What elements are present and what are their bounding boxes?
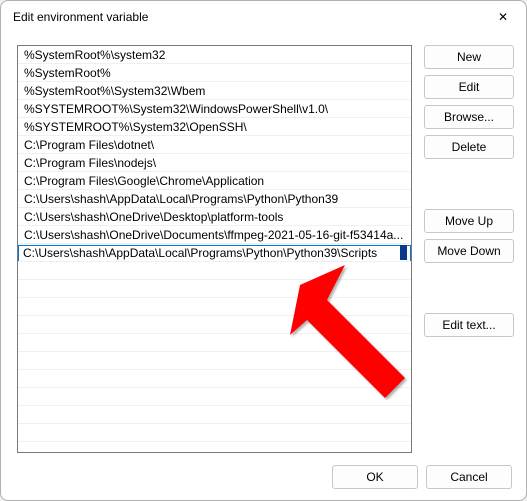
list-item[interactable]: %SYSTEMROOT%\System32\WindowsPowerShell\… bbox=[18, 100, 411, 118]
list-item-empty[interactable] bbox=[18, 406, 411, 424]
path-edit-input[interactable] bbox=[18, 245, 411, 262]
edit-text-button[interactable]: Edit text... bbox=[424, 313, 514, 337]
button-column: New Edit Browse... Delete Move Up Move D… bbox=[424, 45, 514, 453]
list-item-empty[interactable] bbox=[18, 424, 411, 442]
list-item[interactable]: C:\Users\shash\OneDrive\Documents\ffmpeg… bbox=[18, 226, 411, 244]
list-item[interactable]: %SystemRoot% bbox=[18, 64, 411, 82]
list-item[interactable]: C:\Program Files\Google\Chrome\Applicati… bbox=[18, 172, 411, 190]
edit-button[interactable]: Edit bbox=[424, 75, 514, 99]
list-item[interactable]: %SYSTEMROOT%\System32\OpenSSH\ bbox=[18, 118, 411, 136]
list-item[interactable]: C:\Program Files\nodejs\ bbox=[18, 154, 411, 172]
list-item[interactable]: %SystemRoot%\System32\Wbem bbox=[18, 82, 411, 100]
move-up-button[interactable]: Move Up bbox=[424, 209, 514, 233]
cancel-button[interactable]: Cancel bbox=[426, 465, 512, 489]
footer-buttons: OK Cancel bbox=[1, 453, 526, 501]
content-area: %SystemRoot%\system32 %SystemRoot% %Syst… bbox=[1, 33, 526, 453]
ok-button[interactable]: OK bbox=[332, 465, 418, 489]
new-button[interactable]: New bbox=[424, 45, 514, 69]
spacer bbox=[424, 165, 514, 203]
text-cursor bbox=[400, 245, 407, 260]
close-button[interactable]: ✕ bbox=[480, 1, 526, 33]
window-title: Edit environment variable bbox=[13, 10, 148, 24]
dialog-window: Edit environment variable ✕ %SystemRoot%… bbox=[0, 0, 527, 501]
browse-button[interactable]: Browse... bbox=[424, 105, 514, 129]
move-down-button[interactable]: Move Down bbox=[424, 239, 514, 263]
list-item[interactable]: C:\Users\shash\OneDrive\Desktop\platform… bbox=[18, 208, 411, 226]
titlebar: Edit environment variable ✕ bbox=[1, 1, 526, 33]
list-item[interactable]: C:\Program Files\dotnet\ bbox=[18, 136, 411, 154]
list-item[interactable]: %SystemRoot%\system32 bbox=[18, 46, 411, 64]
delete-button[interactable]: Delete bbox=[424, 135, 514, 159]
annotation-arrow-icon bbox=[285, 260, 415, 400]
list-item[interactable]: C:\Users\shash\AppData\Local\Programs\Py… bbox=[18, 190, 411, 208]
close-icon: ✕ bbox=[498, 10, 508, 24]
spacer bbox=[424, 269, 514, 307]
